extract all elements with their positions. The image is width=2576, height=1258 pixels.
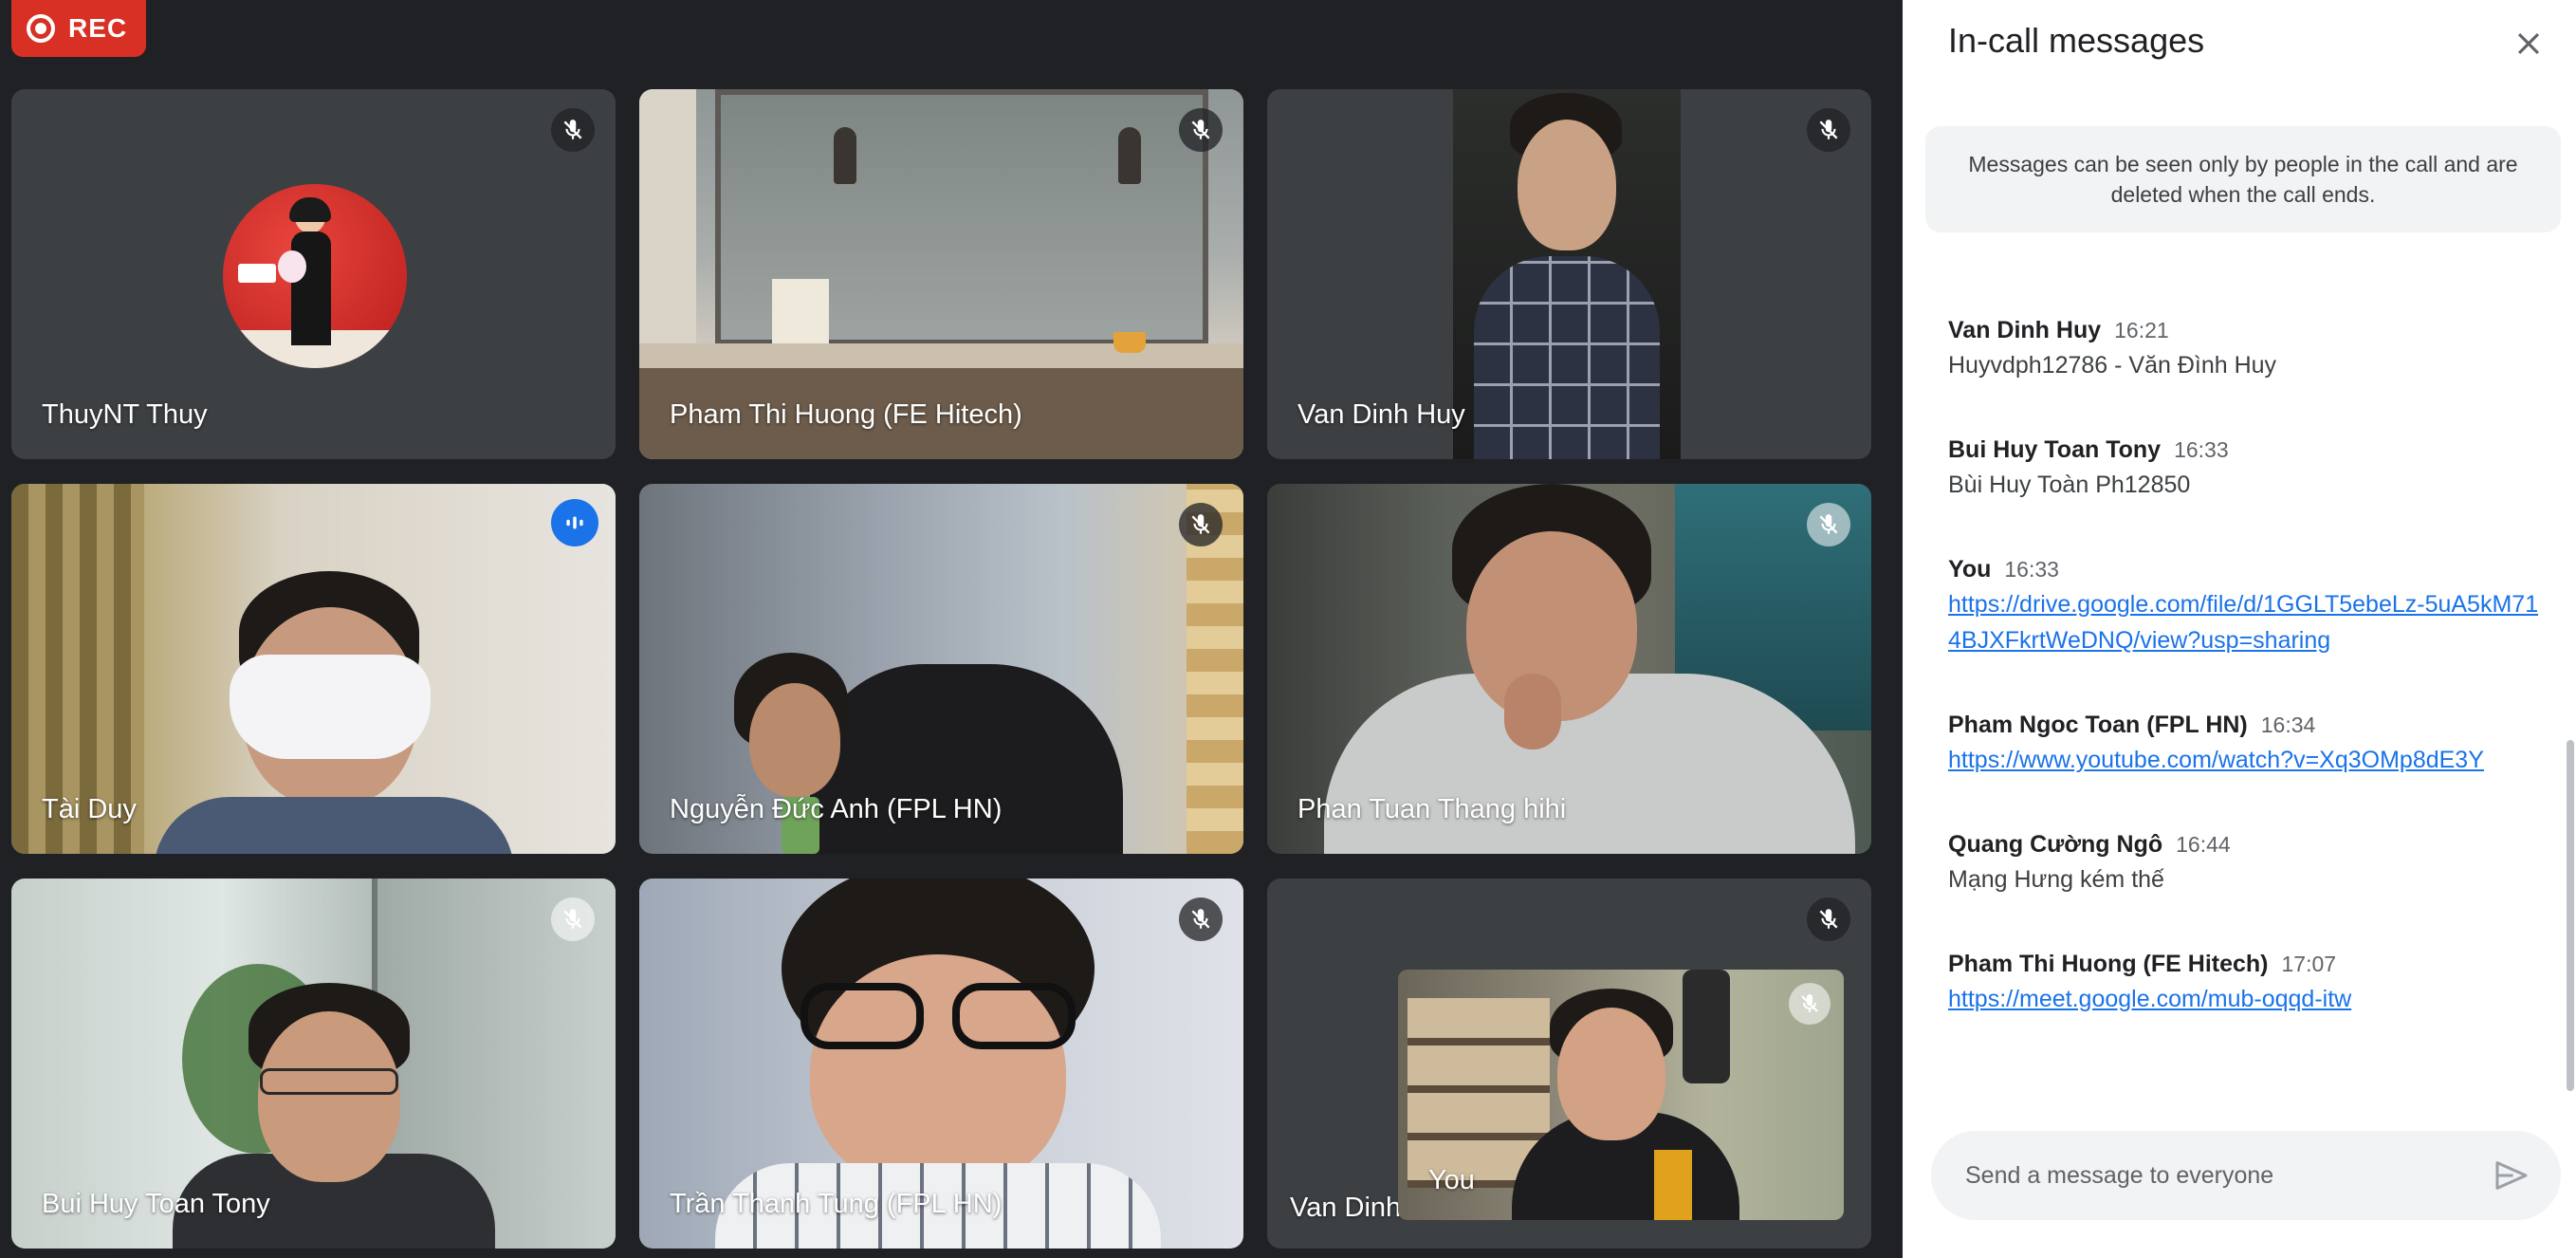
message-text: Bùi Huy Toàn Ph12850	[1948, 472, 2191, 498]
participant-tile[interactable]: Pham Thi Huong (FE Hitech)	[639, 89, 1243, 459]
close-chat-button[interactable]	[2504, 19, 2553, 68]
muted-mic-icon	[1807, 108, 1850, 152]
message-text: Huyvdph12786 - Văn Đình Huy	[1948, 352, 2277, 379]
participant-name: Tài Duy	[42, 794, 137, 824]
message-sender: Pham Thi Huong (FE Hitech)	[1948, 951, 2269, 977]
speaking-indicator-icon	[551, 499, 598, 546]
message-input[interactable]	[1963, 1160, 2489, 1191]
close-icon	[2517, 32, 2540, 55]
participant-tile[interactable]: Phan Tuan Thang hihi	[1267, 484, 1871, 854]
message-time: 16:33	[2004, 557, 2059, 582]
participant-tile[interactable]: Trần Thanh Tung (FPL HN)	[639, 879, 1243, 1249]
message-list: Van Dinh Huy 16:21 Huyvdph12786 - Văn Đìn…	[1948, 313, 2546, 1066]
muted-mic-icon	[551, 108, 595, 152]
participant-name: Phan Tuan Thang hihi	[1297, 794, 1567, 824]
send-icon	[2495, 1161, 2528, 1190]
record-icon	[27, 14, 55, 43]
message-sender: You	[1948, 556, 1992, 583]
message: Pham Ngoc Toan (FPL HN) 16:34 https://www…	[1948, 708, 2546, 778]
message-text: Mạng Hưng kém thế	[1948, 866, 2164, 893]
participant-tile[interactable]: Van Dinh You	[1267, 879, 1871, 1249]
message-time: 17:07	[2281, 952, 2337, 976]
chat-privacy-notice: Messages can be seen only by people in t…	[1925, 126, 2561, 232]
muted-mic-icon	[1789, 983, 1831, 1025]
message-time: 16:33	[2174, 437, 2229, 462]
message-link[interactable]: https://drive.google.com/file/d/1GGLT5eb…	[1948, 586, 2546, 658]
message-time: 16:21	[2114, 318, 2169, 342]
message-time: 16:34	[2260, 712, 2316, 737]
participant-name: Bui Huy Toan Tony	[42, 1189, 270, 1219]
avatar	[223, 184, 407, 368]
muted-mic-icon	[1807, 897, 1850, 941]
message: Van Dinh Huy 16:21 Huyvdph12786 - Văn Đìn…	[1948, 313, 2546, 383]
muted-mic-icon	[551, 897, 595, 941]
muted-mic-icon	[1179, 897, 1223, 941]
participant-name: ThuyNT Thuy	[42, 399, 208, 430]
message-sender: Quang Cường Ngô	[1948, 831, 2163, 858]
message: Quang Cường Ngô 16:44 Mạng Hưng kém thế	[1948, 827, 2546, 897]
message-link[interactable]: https://www.youtube.com/watch?v=Xq3OMp8d…	[1948, 742, 2546, 778]
participant-name: Pham Thi Huong (FE Hitech)	[670, 399, 1022, 430]
participant-name: Trần Thanh Tung (FPL HN)	[670, 1189, 1003, 1219]
recording-indicator: REC	[11, 0, 146, 57]
participant-tile[interactable]: Bui Huy Toan Tony	[11, 879, 616, 1249]
chat-panel-title: In-call messages	[1948, 21, 2205, 60]
message: Bui Huy Toan Tony 16:33 Bùi Huy Toàn Ph12…	[1948, 433, 2546, 503]
message-link[interactable]: https://meet.google.com/mub-oqqd-itw	[1948, 981, 2546, 1017]
self-view-name: You	[1428, 1165, 1475, 1195]
message-composer	[1931, 1131, 2561, 1220]
muted-mic-icon	[1807, 503, 1850, 546]
participant-name: Nguyễn Đức Anh (FPL HN)	[670, 794, 1003, 824]
message: You 16:33 https://drive.google.com/file/d…	[1948, 552, 2546, 658]
chat-panel: In-call messages Messages can be seen on…	[1903, 0, 2576, 1258]
message-sender: Bui Huy Toan Tony	[1948, 436, 2162, 463]
participant-tile-speaking[interactable]: Tài Duy	[11, 484, 616, 854]
muted-mic-icon	[1179, 503, 1223, 546]
participant-tile[interactable]: Van Dinh Huy	[1267, 89, 1871, 459]
participant-name: Van Dinh	[1290, 1193, 1402, 1223]
message-time: 16:44	[2176, 832, 2231, 857]
message-sender: Van Dinh Huy	[1948, 317, 2102, 343]
send-button[interactable]	[2489, 1153, 2534, 1198]
self-view[interactable]: You	[1398, 970, 1844, 1220]
participant-tile[interactable]: Nguyễn Đức Anh (FPL HN)	[639, 484, 1243, 854]
message: Pham Thi Huong (FE Hitech) 17:07 https://…	[1948, 947, 2546, 1017]
muted-mic-icon	[1179, 108, 1223, 152]
recording-label: REC	[68, 13, 128, 43]
participant-tile[interactable]: ThuyNT Thuy	[11, 89, 616, 459]
participant-name: Van Dinh Huy	[1297, 399, 1465, 430]
message-sender: Pham Ngoc Toan (FPL HN)	[1948, 712, 2248, 738]
chat-scrollbar[interactable]	[2567, 740, 2574, 1091]
